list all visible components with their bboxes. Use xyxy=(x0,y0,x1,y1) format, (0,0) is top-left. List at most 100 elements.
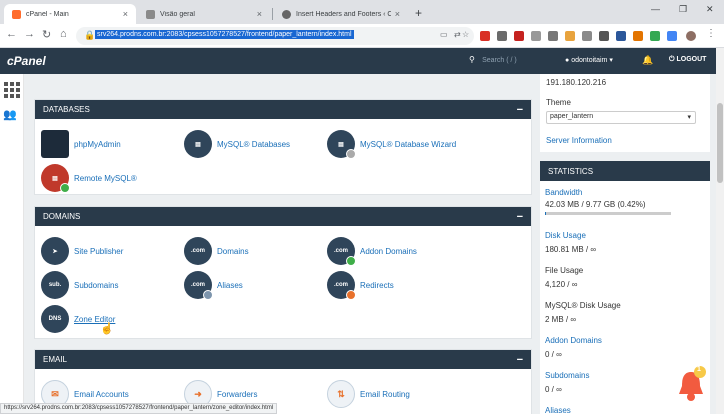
mysql-databases-link[interactable]: ▤ MySQL® Databases xyxy=(184,130,290,158)
close-tab-icon[interactable]: × xyxy=(119,9,128,19)
panel-header[interactable]: DOMAINS − xyxy=(35,207,531,226)
subdomains-icon: sub. xyxy=(41,271,69,299)
tab-cpanel-main[interactable]: cPanel - Main × xyxy=(4,4,136,24)
extension-icon[interactable] xyxy=(531,31,541,41)
item-label: Email Routing xyxy=(360,389,410,399)
item-label: MySQL® Database Wizard xyxy=(360,139,457,149)
extension-icon[interactable] xyxy=(650,31,660,41)
collapse-icon[interactable]: − xyxy=(517,354,523,366)
general-info-box: 191.180.120.216 Theme paper_lantern ▾ Se… xyxy=(540,74,710,152)
gmail-extension-icon[interactable] xyxy=(480,31,490,41)
user-manager-icon[interactable]: 👥 xyxy=(3,108,17,121)
stat-label[interactable]: Subdomains xyxy=(545,371,589,380)
translate-icon[interactable]: ⇄ xyxy=(454,30,461,39)
email-routing-icon: ⇅ xyxy=(327,380,355,408)
stat-label[interactable]: Addon Domains xyxy=(545,336,602,345)
extension-icon[interactable] xyxy=(633,31,643,41)
browser-toolbar: ← → ↻ ⌂ 🔒 srv264.prodns.com.br:2083/cpse… xyxy=(0,24,724,48)
reload-icon[interactable]: ↻ xyxy=(42,28,51,41)
domains-icon: .com xyxy=(184,237,212,265)
tab-divider xyxy=(272,8,273,20)
theme-label: Theme xyxy=(546,98,571,107)
page-scrollbar[interactable] xyxy=(716,48,724,414)
search-icon: ⚲ xyxy=(469,55,475,64)
collapse-icon[interactable]: − xyxy=(517,104,523,116)
logout-button[interactable]: ⏻ LOGOUT xyxy=(669,56,706,64)
mysql-wizard-link[interactable]: ▤ MySQL® Database Wizard xyxy=(327,130,457,159)
item-label: Redirects xyxy=(360,280,394,290)
stat-label: MySQL® Disk Usage xyxy=(545,301,621,310)
back-icon[interactable]: ← xyxy=(6,28,17,40)
domains-panel: DOMAINS − ➤ Site Publisher .com Domains … xyxy=(34,206,532,339)
close-tab-icon[interactable]: × xyxy=(391,9,400,19)
address-bar[interactable]: 🔒 srv264.prodns.com.br:2083/cpsess105727… xyxy=(76,27,474,45)
new-tab-button[interactable]: + xyxy=(415,6,422,20)
addon-domains-icon: .com xyxy=(327,237,356,266)
scrollbar-thumb[interactable] xyxy=(717,103,723,183)
notification-bell-icon[interactable]: 1 xyxy=(676,366,706,404)
stat-label[interactable]: Disk Usage xyxy=(545,231,596,240)
forward-icon[interactable]: → xyxy=(24,28,35,40)
collapse-icon[interactable]: − xyxy=(517,211,523,223)
cast-icon[interactable]: ▭ xyxy=(440,30,448,39)
theme-select[interactable]: paper_lantern ▾ xyxy=(546,111,696,124)
stat-label[interactable]: Aliases xyxy=(545,406,571,414)
bookmark-star-icon[interactable]: ☆ xyxy=(462,30,469,39)
url-text[interactable]: srv264.prodns.com.br:2083/cpsess10572785… xyxy=(95,30,354,39)
remote-mysql-link[interactable]: ▤ Remote MySQL® xyxy=(41,164,137,193)
site-publisher-link[interactable]: ➤ Site Publisher xyxy=(41,237,123,265)
remote-database-icon: ▤ xyxy=(41,164,70,193)
extension-icon[interactable] xyxy=(548,31,558,41)
tab-visao-geral[interactable]: Visão geral × xyxy=(138,4,270,24)
minimize-button[interactable]: — xyxy=(651,4,660,14)
more-menu-icon[interactable]: ⋮ xyxy=(706,28,716,39)
item-label: Aliases xyxy=(217,280,243,290)
stat-bandwidth: Bandwidth 42.03 MB / 9.77 GB (0.42%) xyxy=(545,188,671,215)
panel-header[interactable]: EMAIL − xyxy=(35,350,531,369)
stat-value: 0 / ∞ xyxy=(545,350,562,359)
search-placeholder[interactable]: Search ( / ) xyxy=(482,57,517,64)
phpmyadmin-link[interactable]: phpMyAdmin xyxy=(41,130,121,158)
redirects-link[interactable]: .com Redirects xyxy=(327,271,394,300)
notification-count: 1 xyxy=(697,366,701,373)
extension-icon[interactable] xyxy=(497,31,507,41)
home-grid-icon[interactable] xyxy=(4,82,20,98)
stat-disk-usage: Disk Usage 180.81 MB / ∞ xyxy=(545,231,596,254)
tab-insert-headers[interactable]: Insert Headers and Footers ‹ Odo × xyxy=(274,4,408,24)
status-bar: https://srv264.prodns.com.br:2083/cpsess… xyxy=(0,403,278,414)
extension-icon[interactable] xyxy=(599,31,609,41)
email-routing-link[interactable]: ⇅ Email Routing xyxy=(327,380,410,408)
close-tab-icon[interactable]: × xyxy=(253,9,262,19)
profile-avatar[interactable] xyxy=(686,31,696,41)
extension-icon[interactable] xyxy=(667,31,677,41)
panel-header[interactable]: DATABASES − xyxy=(35,100,531,119)
domains-link[interactable]: .com Domains xyxy=(184,237,249,265)
subdomains-link[interactable]: sub. Subdomains xyxy=(41,271,118,299)
logout-icon: ⏻ xyxy=(669,56,675,63)
stat-label[interactable]: Bandwidth xyxy=(545,188,671,197)
cpanel-logo[interactable]: cPanel xyxy=(7,54,46,68)
aliases-icon: .com xyxy=(184,271,213,300)
item-label: phpMyAdmin xyxy=(74,139,121,149)
extension-icon[interactable] xyxy=(565,31,575,41)
home-icon[interactable]: ⌂ xyxy=(60,28,67,40)
item-label: Site Publisher xyxy=(74,246,124,256)
maximize-button[interactable]: ❐ xyxy=(679,4,687,15)
item-label: Subdomains xyxy=(74,280,119,290)
select-caret-icon: ▾ xyxy=(687,114,691,121)
database-icon: ▤ xyxy=(184,130,212,158)
user-menu[interactable]: ● odontoitaim ▾ xyxy=(565,56,613,64)
page-favicon-icon xyxy=(146,9,155,19)
aliases-link[interactable]: .com Aliases xyxy=(184,271,243,300)
notifications-bell-icon[interactable]: 🔔 xyxy=(642,55,653,66)
item-label: Domains xyxy=(217,246,249,256)
close-window-button[interactable]: ✕ xyxy=(706,4,714,15)
extension-icon[interactable] xyxy=(514,31,524,41)
server-info-link[interactable]: Server Information xyxy=(546,136,612,145)
camera-extension-icon[interactable] xyxy=(582,31,592,41)
tab-strip: cPanel - Main × Visão geral × Insert Hea… xyxy=(0,0,724,24)
word-extension-icon[interactable] xyxy=(616,31,626,41)
item-label: Email Accounts xyxy=(74,389,129,399)
search-box[interactable]: ⚲ Search ( / ) xyxy=(469,55,517,64)
addon-domains-link[interactable]: .com Addon Domains xyxy=(327,237,417,266)
